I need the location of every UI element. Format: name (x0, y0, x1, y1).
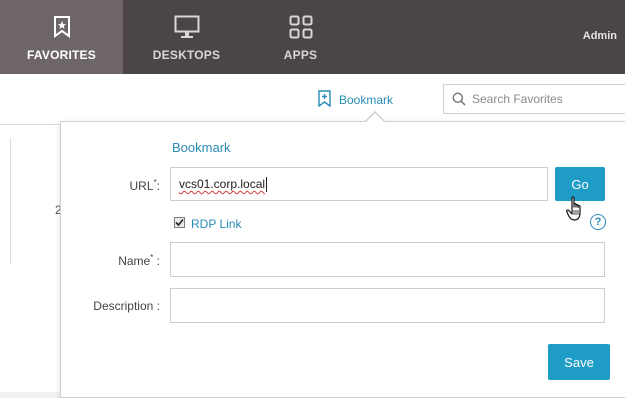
nav-tab-desktops[interactable]: DESKTOPS (125, 0, 248, 74)
popover-title: Bookmark (172, 140, 231, 155)
apps-grid-icon (289, 14, 313, 40)
content-divider (10, 138, 11, 263)
nav-tab-favorites-label: FAVORITES (27, 48, 96, 62)
bookmark-add-icon (318, 90, 331, 110)
hand-pointer-cursor-icon (566, 196, 586, 227)
search-placeholder: Search Favorites (472, 92, 563, 106)
nav-tab-desktops-label: DESKTOPS (152, 48, 221, 62)
url-label: URL*: (129, 178, 160, 193)
nav-tab-apps[interactable]: APPS (239, 0, 362, 74)
name-input[interactable] (170, 242, 605, 277)
search-icon (452, 92, 466, 106)
help-icon[interactable]: ? (590, 214, 606, 230)
bookmark-icon (53, 14, 71, 40)
checkmark-icon (175, 218, 184, 227)
text-cursor (266, 176, 268, 192)
name-label: Name* : (118, 253, 160, 268)
url-input[interactable]: vcs01.corp.local (170, 167, 548, 201)
monitor-icon (174, 14, 200, 40)
top-nav: FAVORITES DESKTOPS APPS Admin (0, 0, 625, 74)
bookmark-button[interactable]: Bookmark (318, 90, 393, 110)
user-menu[interactable]: Admin (583, 30, 617, 42)
nav-tab-favorites[interactable]: FAVORITES (0, 0, 123, 74)
rdp-link-checkbox[interactable] (174, 217, 185, 228)
favorites-toolbar: Bookmark Search Favorites (0, 74, 625, 125)
search-favorites-input[interactable]: Search Favorites (443, 84, 625, 114)
bookmark-button-label: Bookmark (339, 93, 394, 107)
description-label: Description : (93, 299, 160, 313)
description-input[interactable] (170, 288, 605, 323)
rdp-link-label[interactable]: RDP Link (191, 217, 241, 231)
save-button[interactable]: Save (548, 344, 610, 380)
nav-tab-apps-label: APPS (283, 48, 318, 62)
url-value: vcs01.corp.local (179, 177, 266, 191)
